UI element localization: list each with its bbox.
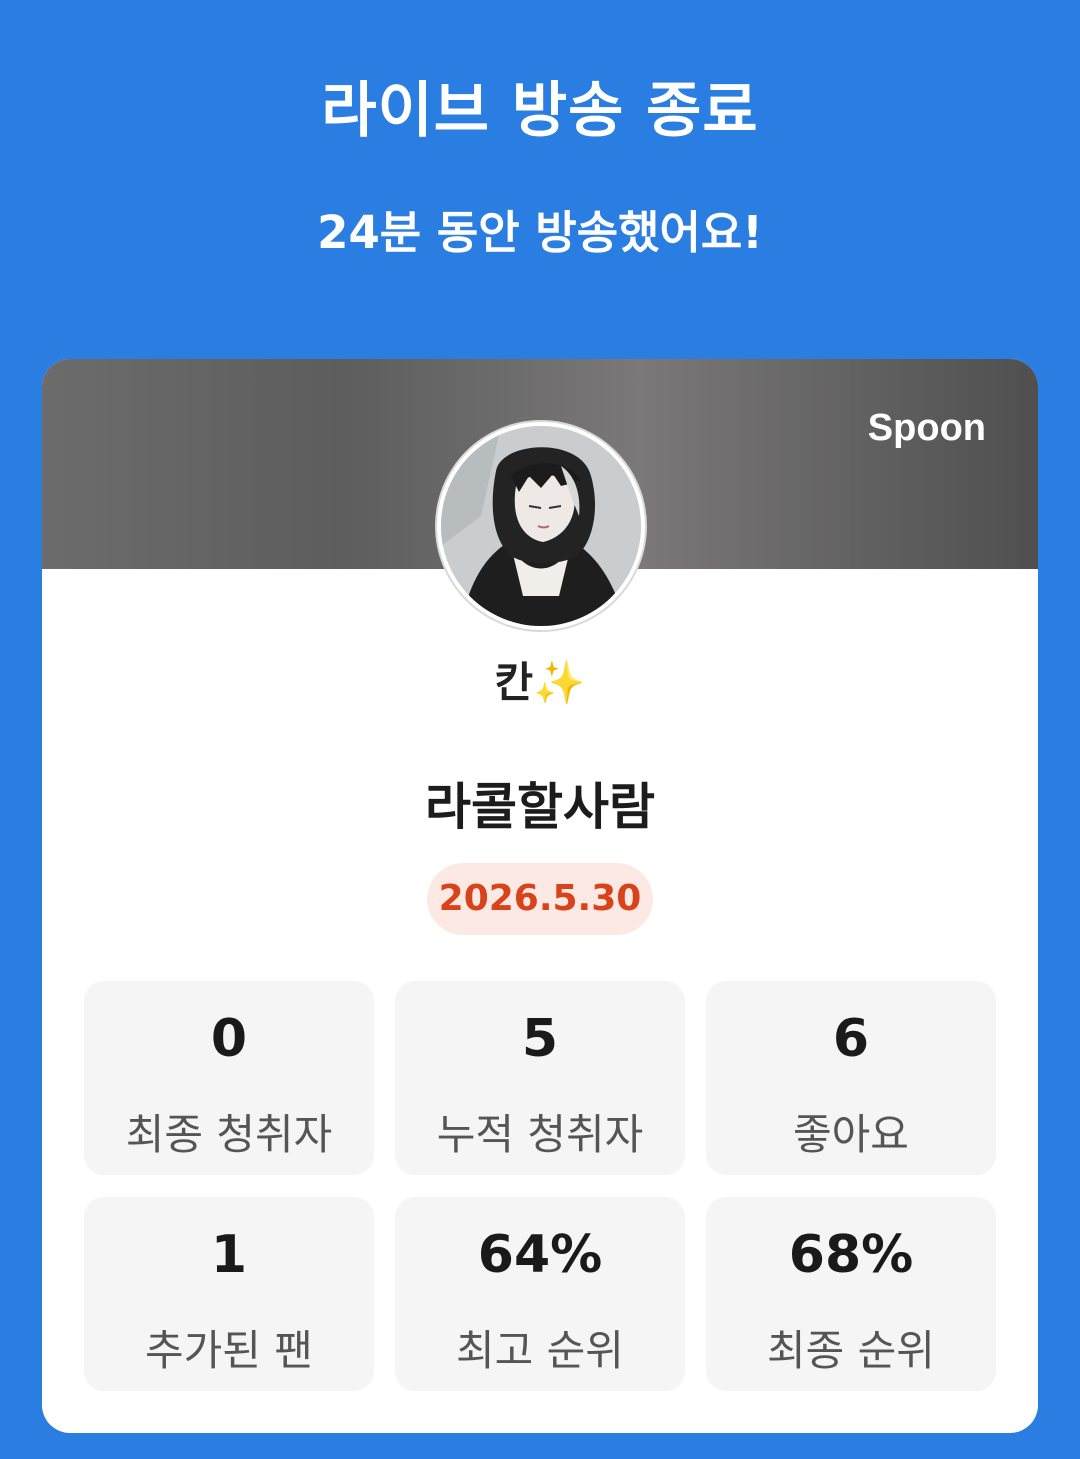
stat-likes: 6 좋아요 bbox=[706, 981, 996, 1175]
spoon-logo: Spoon bbox=[867, 407, 986, 449]
broadcast-title: 라콜할사람 bbox=[425, 778, 655, 836]
stat-new-fans: 1 추가된 팬 bbox=[84, 1197, 374, 1391]
dj-nickname: 칸✨ bbox=[494, 658, 586, 707]
stat-label: 좋아요 bbox=[793, 1110, 909, 1159]
stat-value: 64% bbox=[477, 1225, 603, 1285]
stat-label: 최종 청취자 bbox=[125, 1110, 333, 1159]
stat-final-rank: 68% 최종 순위 bbox=[706, 1197, 996, 1391]
stat-total-listeners: 5 누적 청취자 bbox=[395, 981, 685, 1175]
stat-value: 6 bbox=[832, 1009, 870, 1069]
stat-value: 0 bbox=[210, 1009, 248, 1069]
stat-final-listeners: 0 최종 청취자 bbox=[84, 981, 374, 1175]
avatar-image bbox=[441, 426, 641, 626]
broadcast-date-badge: 2026.5.30 bbox=[427, 863, 653, 935]
stat-label: 최종 순위 bbox=[767, 1326, 935, 1375]
stat-label: 추가된 팬 bbox=[145, 1326, 313, 1375]
avatar[interactable] bbox=[437, 422, 645, 630]
stat-value: 5 bbox=[521, 1009, 559, 1069]
stat-label: 최고 순위 bbox=[456, 1326, 624, 1375]
stat-value: 68% bbox=[788, 1225, 914, 1285]
broadcast-summary-card: Spoon 칸✨ 라콜할사람 2026.5.30 0 최종 청취자 5 누적 청… bbox=[42, 359, 1038, 1433]
stat-value: 1 bbox=[210, 1225, 248, 1285]
broadcast-duration-text: 24분 동안 방송했어요! bbox=[317, 206, 763, 259]
stat-highest-rank: 64% 최고 순위 bbox=[395, 1197, 685, 1391]
stat-label: 누적 청취자 bbox=[436, 1110, 644, 1159]
page-title: 라이브 방송 종료 bbox=[321, 76, 759, 146]
